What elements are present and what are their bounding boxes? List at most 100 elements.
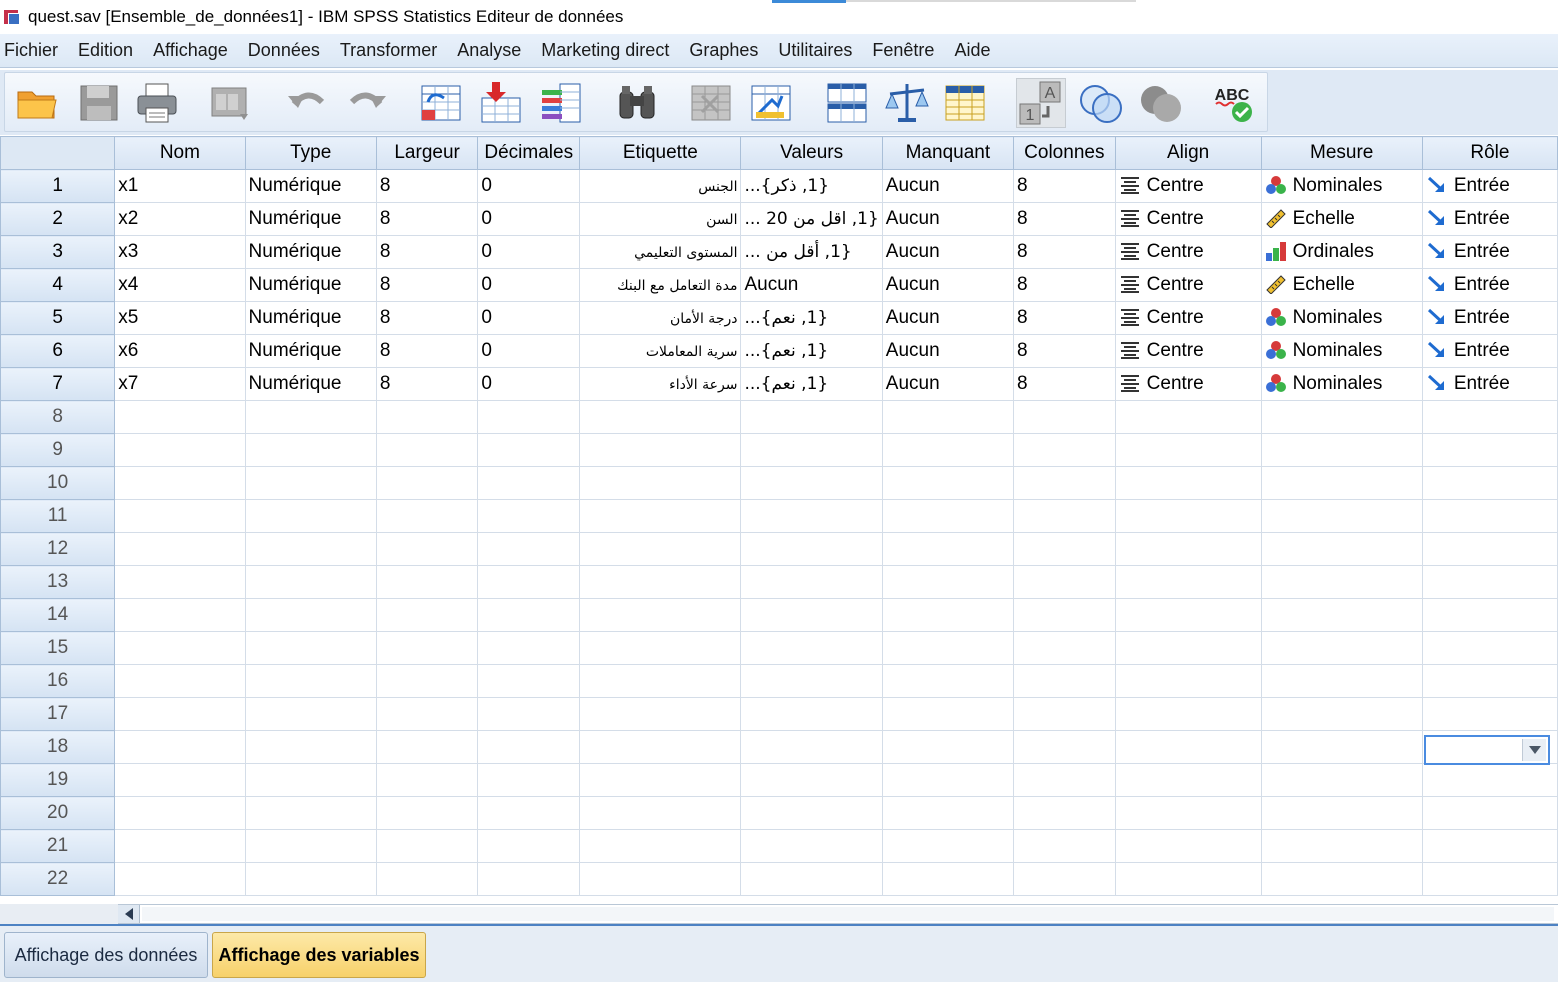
empty-cell[interactable] (114, 829, 246, 863)
cell-manquant[interactable]: Aucun (881, 268, 1014, 302)
save-icon[interactable] (74, 78, 124, 128)
cell-type[interactable]: Numérique (244, 169, 377, 203)
menu-transformer[interactable]: Transformer (334, 40, 449, 61)
empty-cell[interactable] (579, 796, 742, 830)
empty-cell[interactable] (881, 565, 1014, 599)
cell-largeur[interactable]: 8 (375, 367, 479, 401)
empty-cell[interactable] (881, 730, 1014, 764)
empty-cell[interactable] (1012, 730, 1116, 764)
empty-cell[interactable] (1260, 565, 1423, 599)
empty-cell[interactable] (114, 499, 246, 533)
cell-type[interactable]: Numérique (244, 235, 377, 269)
empty-cell[interactable] (114, 730, 246, 764)
empty-cell[interactable] (881, 862, 1014, 896)
cell-mesure[interactable]: Nominales (1260, 334, 1423, 368)
empty-cell[interactable] (579, 697, 742, 731)
cell-manquant[interactable]: Aucun (881, 169, 1014, 203)
empty-cell[interactable] (881, 697, 1014, 731)
cell-decimales[interactable]: 0 (477, 169, 581, 203)
tab-variable-view[interactable]: Affichage des variables (212, 932, 426, 978)
empty-cell[interactable] (477, 829, 581, 863)
empty-cell[interactable] (579, 499, 742, 533)
empty-cell[interactable] (1012, 796, 1116, 830)
row-header[interactable]: 11 (0, 499, 116, 533)
value-labels-icon[interactable]: A1 (1016, 78, 1066, 128)
row-header[interactable]: 10 (0, 466, 116, 500)
empty-cell[interactable] (375, 565, 479, 599)
empty-cell[interactable] (477, 565, 581, 599)
scroll-left-icon[interactable] (118, 905, 140, 923)
empty-cell[interactable] (114, 466, 246, 500)
row-header[interactable]: 22 (0, 862, 116, 896)
cell-colonnes[interactable]: 8 (1012, 268, 1116, 302)
empty-cell[interactable] (375, 532, 479, 566)
row-header[interactable]: 4 (0, 268, 116, 302)
empty-cell[interactable] (1012, 697, 1116, 731)
cell-align[interactable]: Centre (1114, 334, 1262, 368)
cell-mesure[interactable]: Nominales (1260, 301, 1423, 335)
cell-align[interactable]: Centre (1114, 202, 1262, 236)
empty-cell[interactable] (114, 598, 246, 632)
cell-role[interactable]: Entrée (1421, 268, 1558, 302)
cell-nom[interactable]: x5 (114, 301, 246, 335)
cell-nom[interactable]: x4 (114, 268, 246, 302)
weight-cases-icon[interactable] (882, 78, 932, 128)
empty-cell[interactable] (1260, 598, 1423, 632)
empty-cell[interactable] (244, 763, 377, 797)
row-header[interactable]: 21 (0, 829, 116, 863)
cell-valeurs[interactable]: {1, اقل من 20 ... (740, 202, 883, 236)
undo-icon[interactable] (282, 78, 332, 128)
col-header-mesure[interactable]: Mesure (1260, 136, 1423, 170)
empty-cell[interactable] (1012, 565, 1116, 599)
empty-cell[interactable] (1421, 598, 1558, 632)
cell-colonnes[interactable]: 8 (1012, 235, 1116, 269)
cell-mesure[interactable]: Echelle (1260, 268, 1423, 302)
empty-cell[interactable] (881, 466, 1014, 500)
col-header-etiquette[interactable]: Etiquette (579, 136, 742, 170)
empty-cell[interactable] (1421, 631, 1558, 665)
empty-cell[interactable] (114, 565, 246, 599)
empty-cell[interactable] (881, 763, 1014, 797)
empty-cell[interactable] (1114, 697, 1262, 731)
row-header[interactable]: 12 (0, 532, 116, 566)
empty-cell[interactable] (477, 499, 581, 533)
empty-cell[interactable] (579, 862, 742, 896)
cell-role[interactable]: Entrée (1421, 169, 1558, 203)
cell-nom[interactable]: x7 (114, 367, 246, 401)
row-header[interactable]: 20 (0, 796, 116, 830)
goto-variable-icon[interactable] (476, 78, 526, 128)
empty-cell[interactable] (740, 862, 883, 896)
cell-colonnes[interactable]: 8 (1012, 202, 1116, 236)
empty-cell[interactable] (579, 829, 742, 863)
cell-manquant[interactable]: Aucun (881, 301, 1014, 335)
empty-cell[interactable] (244, 697, 377, 731)
empty-cell[interactable] (1260, 664, 1423, 698)
empty-cell[interactable] (244, 532, 377, 566)
empty-cell[interactable] (740, 466, 883, 500)
open-file-icon[interactable] (12, 78, 62, 128)
empty-cell[interactable] (375, 862, 479, 896)
empty-cell[interactable] (244, 565, 377, 599)
empty-cell[interactable] (1114, 433, 1262, 467)
cell-colonnes[interactable]: 8 (1012, 367, 1116, 401)
print-icon[interactable] (132, 78, 182, 128)
cell-largeur[interactable]: 8 (375, 169, 479, 203)
empty-cell[interactable] (740, 433, 883, 467)
empty-cell[interactable] (375, 763, 479, 797)
menu-marketing-direct[interactable]: Marketing direct (535, 40, 681, 61)
redo-icon[interactable] (342, 78, 392, 128)
empty-cell[interactable] (1012, 598, 1116, 632)
row-header[interactable]: 14 (0, 598, 116, 632)
cell-mesure[interactable]: Ordinales (1260, 235, 1423, 269)
cell-decimales[interactable]: 0 (477, 202, 581, 236)
row-header[interactable]: 7 (0, 367, 116, 401)
empty-cell[interactable] (1260, 697, 1423, 731)
empty-cell[interactable] (1421, 499, 1558, 533)
empty-cell[interactable] (1012, 400, 1116, 434)
empty-cell[interactable] (244, 730, 377, 764)
empty-cell[interactable] (740, 499, 883, 533)
empty-cell[interactable] (244, 400, 377, 434)
cell-mesure[interactable]: Nominales (1260, 169, 1423, 203)
menu-fichier[interactable]: Fichier (0, 40, 70, 61)
cell-etiquette[interactable]: الجنس (579, 169, 742, 203)
